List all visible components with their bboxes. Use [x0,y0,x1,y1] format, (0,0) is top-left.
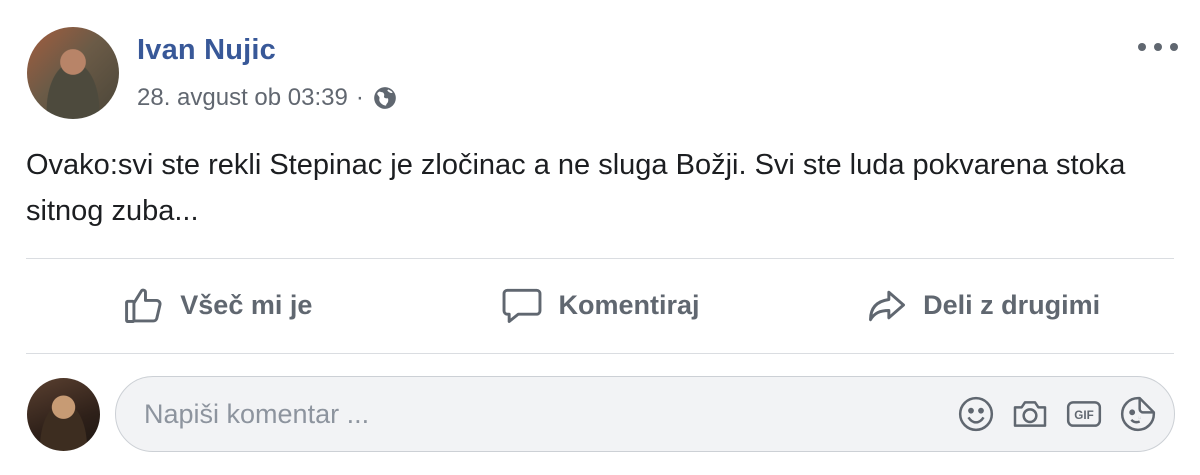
share-arrow-icon [869,290,906,322]
author-name[interactable]: Ivan Nujic [137,34,276,67]
author-avatar[interactable] [27,27,119,119]
emoji-icon[interactable] [956,394,996,434]
like-button[interactable]: Všeč mi je [26,283,409,327]
comment-button[interactable]: Komentiraj [409,283,792,327]
post-meta: 28. avgust ob 03:39 · [137,84,398,112]
more-dot [1170,43,1178,51]
thumbs-up-icon [125,288,162,323]
commenter-avatar[interactable] [27,378,100,451]
svg-text:GIF: GIF [1074,409,1093,422]
divider-top [26,258,1174,259]
comment-label: Komentiraj [558,289,700,320]
more-dot [1154,43,1162,51]
more-dot [1138,43,1146,51]
post-actions: Všeč mi je Komentiraj Deli z drugimi [26,272,1174,338]
comment-box[interactable]: GIF [115,376,1175,452]
gif-icon[interactable]: GIF [1064,394,1104,434]
globe-icon[interactable] [372,85,398,111]
comment-input[interactable] [142,397,866,431]
meta-separator: · [355,84,364,111]
share-button[interactable]: Deli z drugimi [791,283,1174,327]
divider-bottom [26,353,1174,354]
facebook-post: Ivan Nujic 28. avgust ob 03:39 · Ovako:s… [0,0,1200,475]
like-label: Všeč mi je [180,289,313,320]
sticker-icon[interactable] [1118,394,1158,434]
comment-icon [503,288,542,323]
post-text: Ovako:svi ste rekli Stepinac je zločinac… [26,149,1126,227]
post-timestamp[interactable]: 28. avgust ob 03:39 [137,84,348,112]
more-options-icon[interactable] [1138,34,1178,60]
camera-icon[interactable] [1010,394,1050,434]
share-label: Deli z drugimi [923,289,1101,320]
comment-tools: GIF [956,394,1158,434]
comment-composer: GIF [0,370,1200,460]
